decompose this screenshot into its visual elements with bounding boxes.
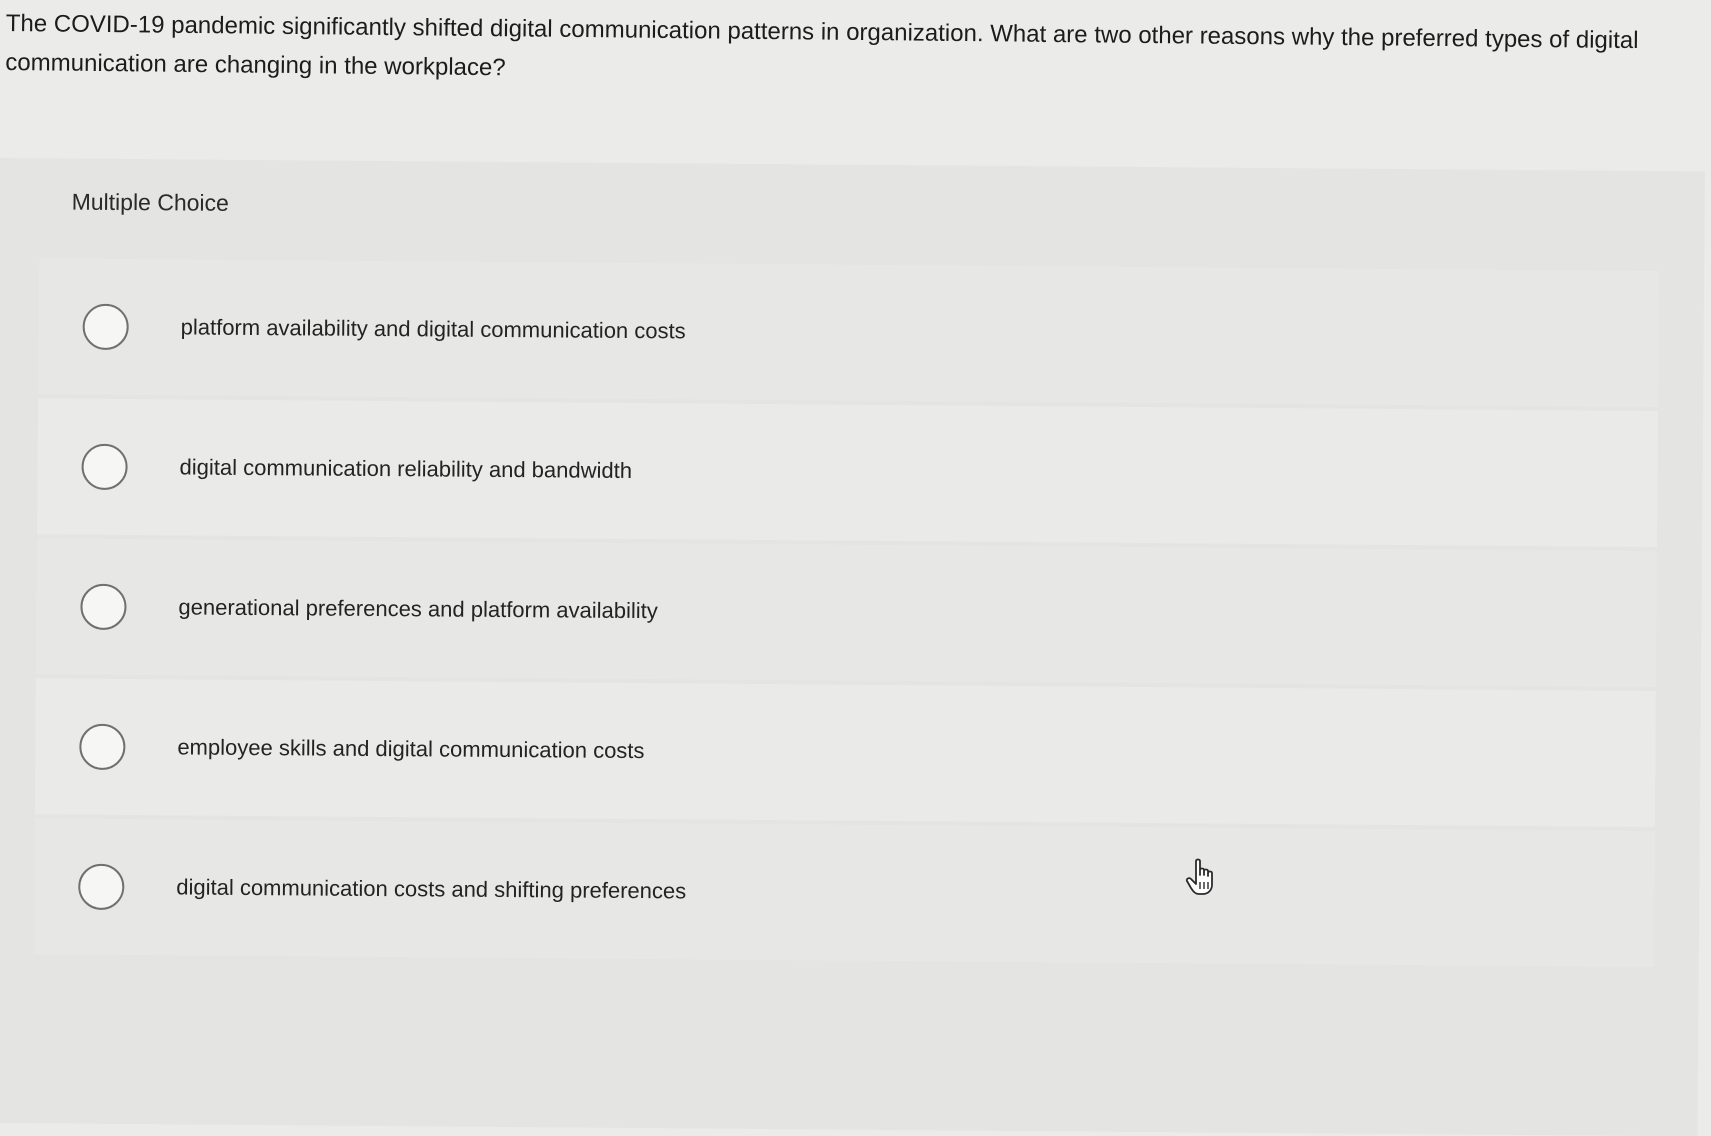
answer-panel: Multiple Choice platform availability an… <box>0 158 1705 1136</box>
option-3[interactable]: generational preferences and platform av… <box>35 538 1657 688</box>
radio-circle-icon[interactable] <box>82 303 129 351</box>
options-list: platform availability and digital commun… <box>0 158 1705 968</box>
question-type-label: Multiple Choice <box>71 188 230 216</box>
radio-circle-icon[interactable] <box>81 443 128 491</box>
option-label[interactable]: platform availability and digital commun… <box>181 314 686 344</box>
option-label[interactable]: digital communication reliability and ba… <box>179 454 632 484</box>
option-2[interactable]: digital communication reliability and ba… <box>37 398 1659 548</box>
radio-circle-icon[interactable] <box>78 863 125 910</box>
question-text: The COVID-19 pandemic significantly shif… <box>5 9 1639 82</box>
option-5[interactable]: digital communication costs and shifting… <box>33 818 1655 968</box>
radio-circle-icon[interactable] <box>79 723 126 771</box>
option-label[interactable]: employee skills and digital communicatio… <box>177 734 644 764</box>
hand-pointer-icon <box>1185 858 1213 895</box>
option-label[interactable]: generational preferences and platform av… <box>178 594 658 624</box>
option-4[interactable]: employee skills and digital communicatio… <box>34 678 1656 828</box>
option-1[interactable]: platform availability and digital commun… <box>38 258 1660 408</box>
option-label[interactable]: digital communication costs and shifting… <box>176 874 686 904</box>
radio-circle-icon[interactable] <box>80 583 127 631</box>
